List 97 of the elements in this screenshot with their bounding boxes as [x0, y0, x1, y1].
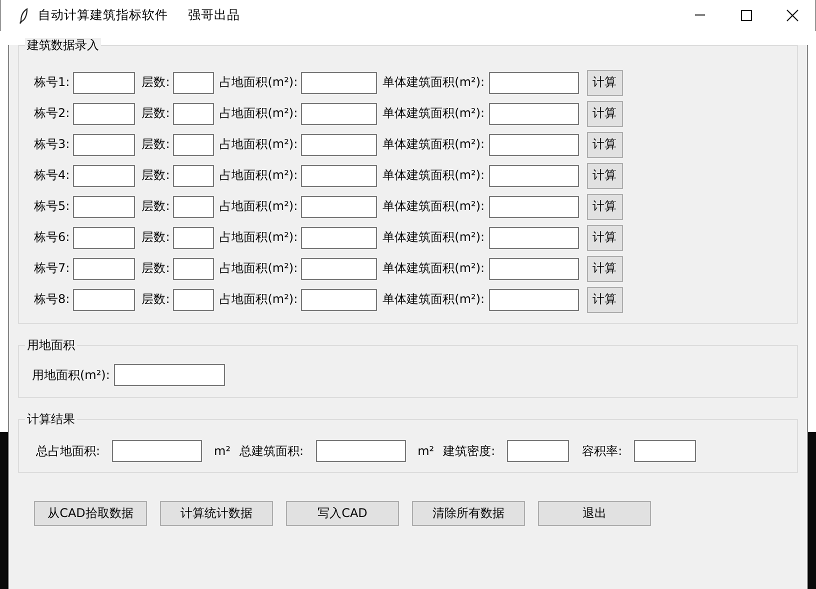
input-field[interactable] — [72, 196, 135, 218]
calculate-button[interactable]: 计算 — [586, 256, 623, 282]
input-field[interactable] — [488, 196, 579, 218]
input-field[interactable] — [488, 102, 579, 124]
field-label: 栋号6: — [34, 229, 70, 246]
field-label: 单体建筑面积(m²): — [382, 74, 485, 91]
field-label: 层数: — [142, 229, 170, 246]
field-label: 占地面积(m²): — [220, 167, 298, 184]
field-label: 层数: — [142, 167, 170, 184]
input-field[interactable] — [172, 102, 214, 124]
input-field[interactable] — [488, 72, 579, 94]
calculate-button[interactable]: 计算 — [586, 286, 623, 312]
field-label: 占地面积(m²): — [220, 291, 298, 308]
field-label: 容积率: — [582, 442, 622, 460]
close-icon[interactable] — [786, 9, 798, 22]
input-field[interactable] — [72, 102, 135, 124]
input-field[interactable] — [488, 226, 579, 248]
action-button[interactable]: 计算统计数据 — [160, 501, 273, 526]
input-field[interactable] — [172, 72, 214, 94]
field-label: 单体建筑面积(m²): — [382, 260, 485, 277]
calculate-button[interactable]: 计算 — [586, 100, 623, 126]
field-label: 栋号7: — [34, 260, 70, 277]
field-label: 单体建筑面积(m²): — [382, 105, 485, 122]
maximize-icon[interactable] — [740, 9, 752, 22]
action-button[interactable]: 写入CAD — [286, 501, 399, 526]
input-field[interactable] — [507, 440, 570, 462]
input-field[interactable] — [112, 440, 202, 462]
field-label: 总建筑面积: — [240, 442, 304, 460]
field-label: 占地面积(m²): — [220, 105, 298, 122]
field-label: 层数: — [142, 74, 170, 91]
field-label: 总占地面积: — [36, 442, 100, 460]
action-button[interactable]: 清除所有数据 — [412, 501, 525, 526]
field-label: 层数: — [142, 198, 170, 215]
field-label: 栋号2: — [34, 105, 70, 122]
group-title: 建筑数据录入 — [25, 38, 101, 52]
field-label: 栋号4: — [34, 167, 70, 184]
input-field[interactable] — [300, 164, 377, 186]
input-field[interactable] — [488, 134, 579, 156]
input-field[interactable] — [488, 288, 579, 310]
field-label: 占地面积(m²): — [220, 229, 298, 246]
input-field[interactable] — [300, 288, 377, 310]
window-title: 自动计算建筑指标软件 — [38, 7, 168, 24]
input-field[interactable] — [300, 196, 377, 218]
field-label: 层数: — [142, 105, 170, 122]
field-label: 栋号3: — [34, 136, 70, 153]
input-field[interactable] — [72, 288, 135, 310]
field-label: 层数: — [142, 136, 170, 153]
field-label: 层数: — [142, 291, 170, 308]
input-field[interactable] — [72, 164, 135, 186]
input-field[interactable] — [172, 226, 214, 248]
input-field[interactable] — [172, 258, 214, 280]
field-label: 层数: — [142, 260, 170, 277]
field-label: 单体建筑面积(m²): — [382, 136, 485, 153]
input-field[interactable] — [72, 258, 135, 280]
input-field[interactable] — [172, 196, 214, 218]
field-label: 栋号1: — [34, 74, 70, 91]
input-field[interactable] — [114, 364, 225, 386]
input-field[interactable] — [72, 226, 135, 248]
input-field[interactable] — [488, 164, 579, 186]
calculate-button[interactable]: 计算 — [586, 224, 623, 250]
input-field[interactable] — [72, 134, 135, 156]
calculate-button[interactable]: 计算 — [586, 132, 623, 158]
input-field[interactable] — [300, 102, 377, 124]
field-label: 建筑密度: — [443, 442, 496, 460]
field-label: 单体建筑面积(m²): — [382, 198, 485, 215]
input-field[interactable] — [488, 258, 579, 280]
action-button[interactable]: 退出 — [538, 501, 651, 526]
input-field[interactable] — [300, 72, 377, 94]
calculate-button[interactable]: 计算 — [586, 162, 623, 188]
input-field[interactable] — [72, 72, 135, 94]
input-field[interactable] — [316, 440, 406, 462]
field-label: 单体建筑面积(m²): — [382, 229, 485, 246]
input-field[interactable] — [172, 134, 214, 156]
field-label: 单体建筑面积(m²): — [382, 167, 485, 184]
field-label: 占地面积(m²): — [220, 136, 298, 153]
unit-label: m² — [418, 444, 434, 458]
field-label: 占地面积(m²): — [220, 198, 298, 215]
field-label: 用地面积(m²): — [32, 366, 110, 384]
group-title: 用地面积 — [25, 338, 77, 352]
calculate-button[interactable]: 计算 — [586, 194, 623, 220]
window-subtitle: 强哥出品 — [188, 7, 240, 24]
feather-icon — [19, 8, 29, 24]
input-field[interactable] — [300, 134, 377, 156]
input-field[interactable] — [634, 440, 696, 462]
field-label: 栋号8: — [34, 291, 70, 308]
action-button[interactable]: 从CAD拾取数据 — [34, 501, 147, 526]
field-label: 栋号5: — [34, 198, 70, 215]
field-label: 单体建筑面积(m²): — [382, 291, 485, 308]
input-field[interactable] — [172, 288, 214, 310]
input-field[interactable] — [300, 258, 377, 280]
group-title: 计算结果 — [25, 412, 77, 426]
input-field[interactable] — [172, 164, 214, 186]
input-field[interactable] — [300, 226, 377, 248]
calculate-button[interactable]: 计算 — [586, 70, 623, 96]
field-label: 占地面积(m²): — [220, 260, 298, 277]
field-label: 占地面积(m²): — [220, 74, 298, 91]
unit-label: m² — [214, 444, 231, 458]
